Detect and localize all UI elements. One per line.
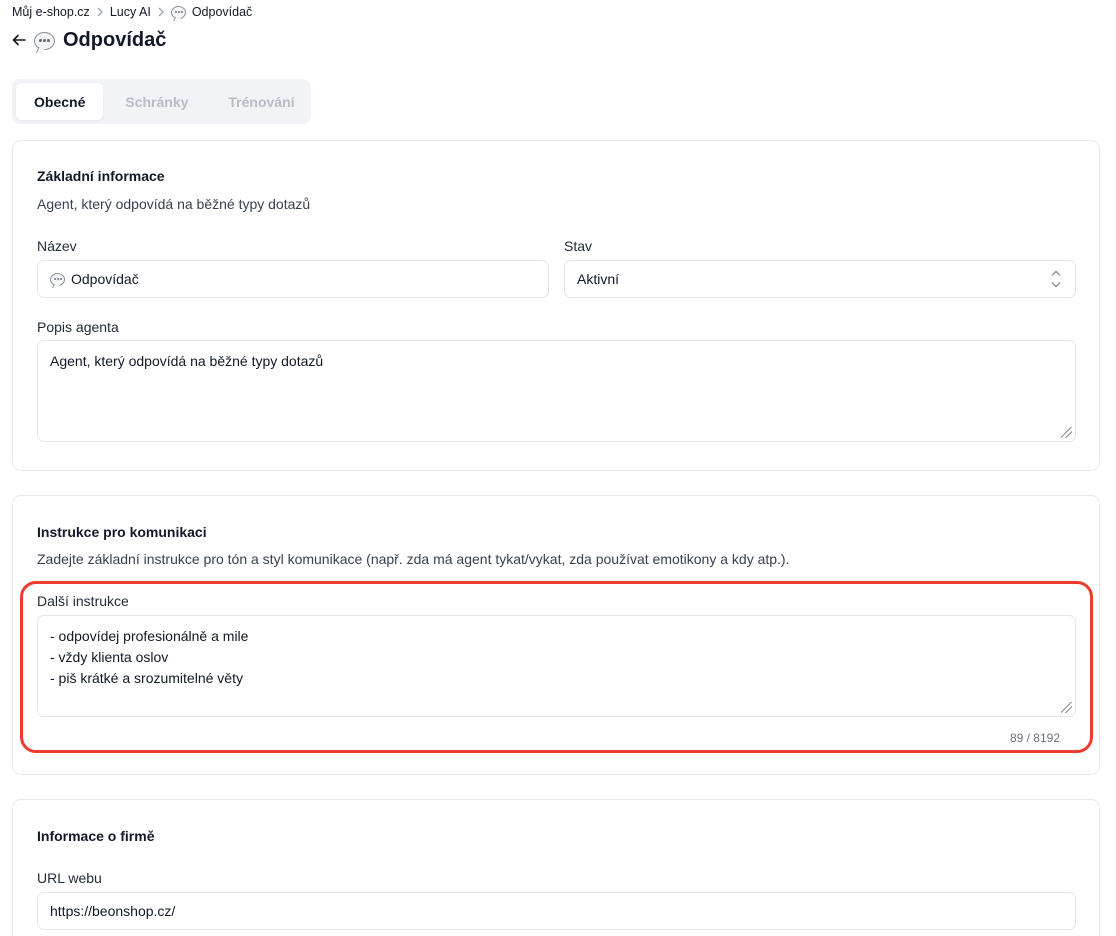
instruction-line: - vždy klienta oslov [50,649,169,665]
additional-instructions-label: Další instrukce [37,593,129,609]
tab-general[interactable]: Obecné [16,83,104,120]
name-input[interactable]: Odpovídač [37,260,549,298]
status-label: Stav [564,238,593,254]
breadcrumb-item-eshop[interactable]: Můj e-shop.cz [12,5,90,19]
tab-mailboxes[interactable]: Schránky [107,83,206,120]
agent-description-textarea[interactable]: Agent, který odpovídá na běžné typy dota… [37,340,1076,442]
name-label: Název [37,238,77,254]
instruction-line: - odpovídej profesionálně a mile [50,628,249,644]
resize-grip-icon[interactable] [1061,702,1072,713]
website-url-label: URL webu [37,870,102,886]
arrow-left-icon[interactable] [12,32,26,49]
basic-info-title: Základní informace [37,168,165,184]
speech-bubble-icon [34,31,55,50]
tabs: Obecné Schránky Trénování [12,79,311,124]
website-url-value: https://beonshop.cz/ [50,903,176,919]
name-input-value: Odpovídač [71,271,139,287]
tab-training[interactable]: Trénování [210,83,312,120]
title-row: Odpovídač [12,29,166,52]
instructions-description: Zadejte základní instrukce pro tón a sty… [37,551,790,567]
additional-instructions-textarea[interactable]: - odpovídej profesionálně a mile - vždy … [37,615,1076,717]
instructions-card: Instrukce pro komunikaci Zadejte základn… [12,495,1100,775]
select-arrows-icon [1051,270,1061,288]
basic-info-description: Agent, který odpovídá na běžné typy dota… [37,196,311,212]
speech-bubble-icon [170,5,186,19]
agent-description-label: Popis agenta [37,319,119,335]
status-select[interactable]: Aktivní [564,260,1076,298]
company-info-title: Informace o firmě [37,828,155,844]
page: Můj e-shop.cz Lucy AI Odpovídač Odpovída… [0,0,1116,936]
speech-bubble-icon [50,272,65,286]
instructions-title: Instrukce pro komunikaci [37,524,207,540]
breadcrumb-item-lucy-ai[interactable]: Lucy AI [110,5,151,19]
breadcrumb-item-current: Odpovídač [191,5,253,19]
instruction-line: - piš krátké a srozumitelné věty [50,670,243,686]
status-select-value: Aktivní [577,271,620,287]
website-url-input[interactable]: https://beonshop.cz/ [37,892,1076,930]
company-info-card: Informace o firmě URL webu https://beons… [12,799,1100,936]
chevron-right-icon [157,7,165,17]
page-title: Odpovídač [63,29,167,51]
character-counter: 89 / 8192 [1009,731,1060,745]
basic-info-card: Základní informace Agent, který odpovídá… [12,140,1100,471]
agent-description-value: Agent, který odpovídá na běžné typy dota… [50,353,324,369]
chevron-right-icon [96,7,104,17]
breadcrumb: Můj e-shop.cz Lucy AI Odpovídač [12,5,252,19]
resize-grip-icon[interactable] [1061,427,1072,438]
